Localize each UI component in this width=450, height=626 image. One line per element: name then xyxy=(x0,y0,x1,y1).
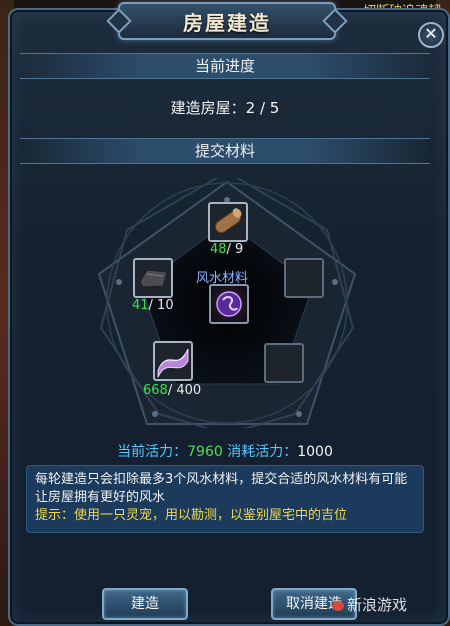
fengshui-material-slot[interactable] xyxy=(209,284,249,324)
material-slot-silk[interactable] xyxy=(153,341,193,381)
wood-log-icon xyxy=(214,208,242,234)
materials-section-header: 提交材料 xyxy=(20,138,430,164)
cost-activity-label: 消耗活力： xyxy=(227,444,298,460)
build-progress-label: 建造房屋： xyxy=(170,99,246,117)
current-activity-value: 7960 xyxy=(187,444,223,460)
close-button[interactable]: ✕ xyxy=(418,22,444,48)
sina-logo-icon xyxy=(332,600,344,611)
material-slot-empty-right[interactable] xyxy=(284,258,324,298)
build-progress-value: 2 / 5 xyxy=(245,99,280,117)
current-activity-label: 当前活力： xyxy=(117,444,188,460)
material-slot-iron[interactable] xyxy=(133,258,173,298)
build-progress: 建造房屋：2 / 5 xyxy=(0,97,450,118)
dialog-title: 房屋建造 xyxy=(183,10,271,35)
description-text: 每轮建造只会扣除最多3个风水材料，提交合适的风水材料有可能让房屋拥有更好的风水 xyxy=(35,472,408,505)
tip-text: 提示：使用一只灵宠，用以勘测，以鉴别屋宅中的吉位 xyxy=(35,508,348,523)
material-count-silk: 668/ 400 xyxy=(143,383,202,398)
title-plate: 房屋建造 xyxy=(106,2,348,40)
silk-cloth-icon xyxy=(157,348,189,378)
material-slot-empty-bottom-right[interactable] xyxy=(264,343,304,383)
progress-section-header: 当前进度 xyxy=(20,53,430,79)
description-box: 每轮建造只会扣除最多3个风水材料，提交合适的风水材料有可能让房屋拥有更好的风水 … xyxy=(26,465,424,533)
material-count-iron: 41/ 10 xyxy=(132,298,174,313)
build-button[interactable]: 建造 xyxy=(102,588,188,620)
watermark: 新浪游戏 xyxy=(332,594,407,615)
purple-orb-icon xyxy=(216,291,242,317)
activity-line: 当前活力：7960 消耗活力：1000 xyxy=(0,441,450,461)
iron-ingot-icon xyxy=(139,269,168,288)
cost-activity-value: 1000 xyxy=(297,444,333,460)
material-slot-wood[interactable] xyxy=(208,202,248,242)
material-count-wood: 48/ 9 xyxy=(210,242,244,257)
